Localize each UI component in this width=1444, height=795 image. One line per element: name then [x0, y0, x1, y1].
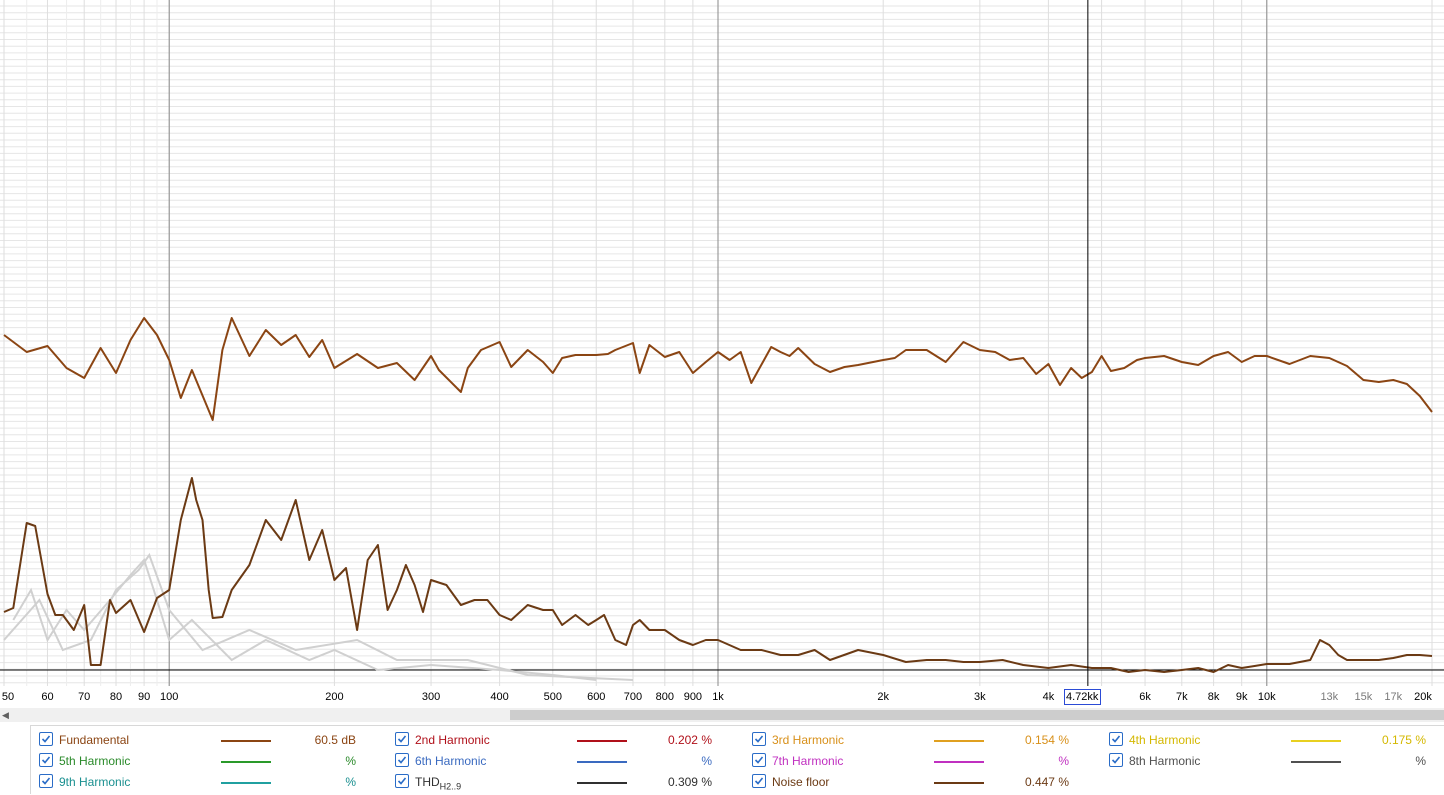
- plot-area[interactable]: [0, 0, 1444, 686]
- legend-label: 7th Harmonic: [772, 754, 844, 768]
- x-tick-label: 50: [1, 691, 15, 703]
- series-checkbox[interactable]: [1109, 732, 1123, 746]
- series-checkbox[interactable]: [752, 732, 766, 746]
- series-checkbox[interactable]: [39, 732, 53, 746]
- x-tick-label: 20k: [1414, 691, 1432, 703]
- legend-entry: 5th Harmonic%: [31, 750, 387, 771]
- legend-swatch: [1291, 761, 1341, 763]
- legend-value: 0.447 %: [1024, 775, 1069, 789]
- legend-swatch: [934, 740, 984, 742]
- x-axis: 4.72kk 50 60 70 80 90 100 200 300 400 500 600 700 80…: [0, 686, 1444, 708]
- legend-swatch: [577, 761, 627, 763]
- series-checkbox[interactable]: [39, 774, 53, 788]
- legend-value: 0.202 %: [667, 733, 712, 747]
- legend-entry: Noise floor 0.447 %: [744, 771, 1100, 792]
- legend-label: Fundamental: [59, 733, 130, 747]
- legend-swatch: [221, 782, 271, 784]
- x-tick-label: 90: [137, 691, 151, 703]
- x-tick-label: 200: [325, 691, 344, 703]
- x-tick-label: 100: [160, 691, 179, 703]
- legend-row: 9th Harmonic% THDH2..9 0.309 % Noise floor 0…: [31, 771, 1444, 792]
- scroll-thumb[interactable]: [510, 710, 1444, 720]
- x-tick-label: 700: [623, 691, 643, 703]
- legend-label: THDH2..9: [415, 775, 462, 792]
- x-tick-label: 900: [683, 691, 703, 703]
- series-checkbox[interactable]: [752, 753, 766, 767]
- legend-value: %: [345, 775, 356, 789]
- x-tick-label: 70: [78, 691, 91, 703]
- legend-entry: 8th Harmonic%: [1101, 750, 1444, 771]
- plot-svg: [0, 0, 1444, 686]
- x-tick-label: 800: [655, 691, 674, 703]
- legend-label: 4th Harmonic: [1129, 733, 1201, 747]
- x-tick-label: 6k: [1139, 691, 1151, 703]
- x-tick-label: 3k: [974, 691, 986, 703]
- background-trace: [3, 552, 634, 681]
- legend-value: 60.5 dB: [314, 733, 356, 747]
- legend-swatch: [221, 761, 271, 763]
- legend-value: 0.309 %: [667, 775, 712, 789]
- legend-entry: 3rd Harmonic 0.154 %: [744, 729, 1100, 750]
- legend-label: 2nd Harmonic: [415, 733, 490, 747]
- legend-label: 9th Harmonic: [59, 775, 131, 789]
- legend-label-subscript: H2..9: [439, 781, 462, 792]
- x-tick-label: 80: [109, 691, 123, 703]
- legend-label: 3rd Harmonic: [772, 733, 845, 747]
- x-tick-label: 13k: [1320, 691, 1339, 703]
- x-tick-label: 300: [421, 691, 441, 703]
- legend-label: 5th Harmonic: [59, 754, 131, 768]
- legend-value: %: [701, 754, 712, 768]
- scroll-left-icon[interactable]: ◀: [2, 708, 9, 722]
- legend-label: Noise floor: [772, 775, 830, 789]
- legend-value: 0.175 %: [1381, 733, 1426, 747]
- x-tick-label: 60: [41, 691, 54, 703]
- x-tick-label: 9k: [1235, 691, 1248, 703]
- cursor-frequency-label[interactable]: 4.72kk: [1064, 689, 1101, 705]
- series-checkbox[interactable]: [39, 753, 53, 767]
- legend-swatch: [1291, 740, 1341, 742]
- legend-entry: 7th Harmonic%: [744, 750, 1100, 771]
- series-checkbox[interactable]: [395, 774, 409, 788]
- legend-swatch: [221, 740, 271, 742]
- legend-value: %: [1058, 754, 1069, 768]
- x-tick-label: 15k: [1354, 691, 1373, 703]
- x-tick-label: 500: [543, 691, 562, 703]
- legend-row: 5th Harmonic% 6th Harmonic% 7th Harmonic% 8…: [31, 750, 1444, 771]
- legend-label: 6th Harmonic: [415, 754, 487, 768]
- series-checkbox[interactable]: [395, 753, 409, 767]
- x-tick-label: 600: [587, 691, 606, 703]
- legend-swatch: [934, 782, 984, 784]
- series-checkbox[interactable]: [752, 774, 766, 788]
- legend-entry: 9th Harmonic%: [31, 771, 387, 792]
- series-checkbox[interactable]: [1109, 753, 1123, 767]
- legend-entry: 6th Harmonic%: [387, 750, 743, 771]
- x-tick-label: 8k: [1207, 691, 1220, 703]
- x-tick-label: 10k: [1257, 691, 1276, 703]
- horizontal-scrollbar[interactable]: ◀: [0, 708, 1444, 722]
- legend-entry: Fundamental 60.5 dB: [31, 729, 387, 750]
- x-tick-label: 7k: [1175, 691, 1188, 703]
- legend-entry: 4th Harmonic 0.175 %: [1101, 729, 1444, 750]
- legend-row: Fundamental 60.5 dB 2nd Harmonic 0.202 % 3rd…: [31, 729, 1444, 750]
- x-tick-label: 2k: [877, 691, 890, 703]
- series-checkbox[interactable]: [395, 732, 409, 746]
- x-tick-label: 17k: [1384, 691, 1403, 703]
- legend-entry: THDH2..9 0.309 %: [387, 771, 743, 792]
- legend-value: %: [1415, 754, 1426, 768]
- x-tick-label: 4k: [1042, 691, 1055, 703]
- x-tick-label: 400: [490, 691, 509, 703]
- legend-value: %: [345, 754, 356, 768]
- legend-panel: Fundamental 60.5 dB 2nd Harmonic 0.202 % 3rd…: [30, 725, 1444, 794]
- legend-swatch: [577, 782, 627, 784]
- legend-label: 8th Harmonic: [1129, 754, 1201, 768]
- legend-entry: 2nd Harmonic 0.202 %: [387, 729, 743, 750]
- legend-swatch: [577, 740, 627, 742]
- x-tick-label: 1k: [712, 691, 724, 703]
- legend-swatch: [934, 761, 984, 763]
- legend-value: 0.154 %: [1024, 733, 1069, 747]
